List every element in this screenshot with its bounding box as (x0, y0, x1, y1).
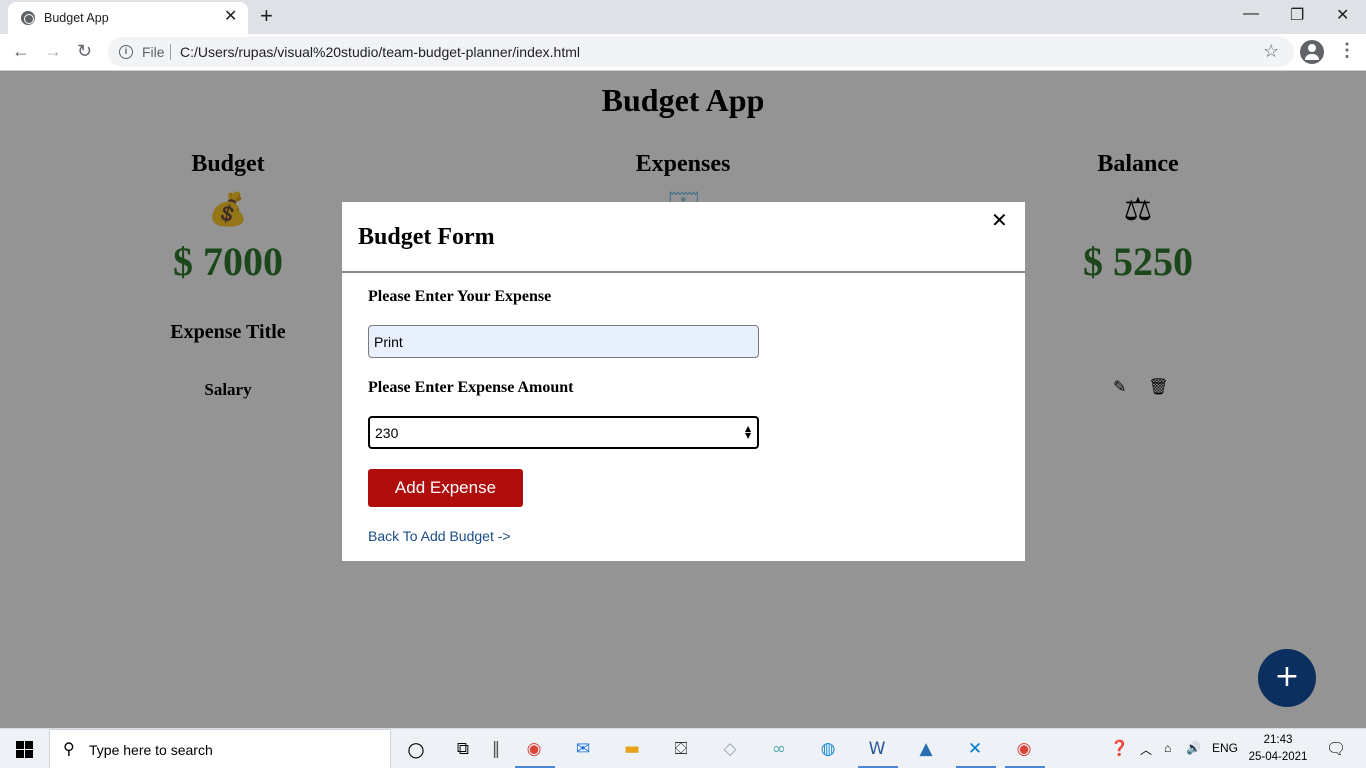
windows-taskbar: ⚲ Type here to search ○ ⧉ ‖ ◉ ✉ ▬ ⛋ ◇ ∞ … (0, 728, 1366, 768)
language-indicator[interactable]: ENG (1212, 741, 1238, 755)
close-icon[interactable]: ✕ (991, 208, 1008, 232)
add-fab-button[interactable]: + (1258, 649, 1316, 707)
number-spinner-icon[interactable]: ▲ ▼ (745, 425, 751, 440)
expense-name-input[interactable] (368, 325, 759, 358)
help-icon[interactable]: ❓ (1110, 739, 1129, 757)
store-icon[interactable]: ⛋ (669, 737, 693, 761)
address-bar[interactable]: i File C:/Users/rupas/visual%20studio/te… (108, 37, 1294, 67)
photos-icon[interactable]: ▲ (914, 737, 938, 761)
chevron-up-icon[interactable]: ︿ (1140, 741, 1152, 758)
task-view-icon[interactable]: ⧉ (451, 737, 475, 761)
modal-title: Budget Form (358, 224, 495, 250)
bookmark-star-icon[interactable]: ☆ (1263, 41, 1279, 62)
volume-icon[interactable]: 🔊 (1186, 741, 1201, 755)
notification-icon[interactable]: 🗨 (1326, 739, 1346, 759)
vscode-icon[interactable]: ✕ (963, 737, 987, 761)
clock-time: 21:43 (1263, 734, 1293, 746)
restore-icon[interactable]: ❐ (1290, 5, 1304, 25)
taskbar-clock[interactable]: 21:43 25-04-2021 (1248, 732, 1308, 766)
expense-amount-label: Please Enter Expense Amount (368, 379, 574, 396)
cortana-icon[interactable]: ○ (404, 737, 428, 761)
omnibox-divider (170, 44, 171, 60)
clock-date: 25-04-2021 (1248, 751, 1308, 763)
file-label: File (142, 44, 165, 60)
network-icon[interactable]: ⌂ (1164, 741, 1171, 755)
chrome-icon[interactable]: ◉ (1012, 737, 1036, 761)
browser-tab[interactable]: Budget App ✕ (8, 2, 248, 34)
profile-avatar-icon[interactable] (1300, 40, 1324, 64)
forward-arrow-icon[interactable]: → (44, 41, 62, 61)
add-expense-button[interactable]: Add Expense (368, 469, 523, 507)
mail-icon[interactable]: ✉ (571, 737, 595, 761)
dropbox-icon[interactable]: ◇ (718, 737, 742, 761)
expense-amount-input[interactable] (368, 416, 759, 449)
browser-tab-strip: Budget App ✕ + — ❐ ✕ (0, 0, 1366, 34)
info-icon[interactable]: i (119, 45, 133, 59)
reload-icon[interactable]: ↻ (77, 41, 92, 61)
close-window-icon[interactable]: ✕ (1336, 5, 1349, 25)
chrome-icon[interactable]: ◉ (522, 737, 546, 761)
taskbar-search-box[interactable]: ⚲ Type here to search (49, 729, 391, 768)
browser-menu-icon[interactable]: ⋮ (1338, 40, 1356, 61)
taskbar-divider-icon: ‖ (491, 739, 501, 759)
word-icon[interactable]: W (865, 737, 889, 761)
search-icon: ⚲ (63, 741, 75, 758)
infinity-app-icon[interactable]: ∞ (767, 737, 791, 761)
new-tab-icon[interactable]: + (260, 5, 273, 27)
url-text[interactable]: C:/Users/rupas/visual%20studio/team-budg… (180, 44, 580, 60)
back-arrow-icon[interactable]: ← (12, 41, 30, 61)
globe-icon (21, 11, 35, 25)
edge-icon[interactable]: ◍ (816, 737, 840, 761)
search-placeholder: Type here to search (89, 742, 213, 758)
tab-title: Budget App (44, 11, 109, 25)
back-to-budget-link[interactable]: Back To Add Budget -> (368, 528, 511, 544)
expense-name-label: Please Enter Your Expense (368, 288, 552, 305)
budget-form-modal: Budget Form ✕ Please Enter Your Expense … (342, 202, 1025, 561)
close-tab-icon[interactable]: ✕ (224, 9, 237, 25)
minimize-icon[interactable]: — (1243, 5, 1259, 23)
browser-toolbar: ← → ↻ i File C:/Users/rupas/visual%20stu… (0, 34, 1366, 71)
file-explorer-icon[interactable]: ▬ (620, 737, 644, 761)
windows-start-icon[interactable] (16, 741, 33, 758)
modal-header: Budget Form ✕ (342, 202, 1025, 273)
